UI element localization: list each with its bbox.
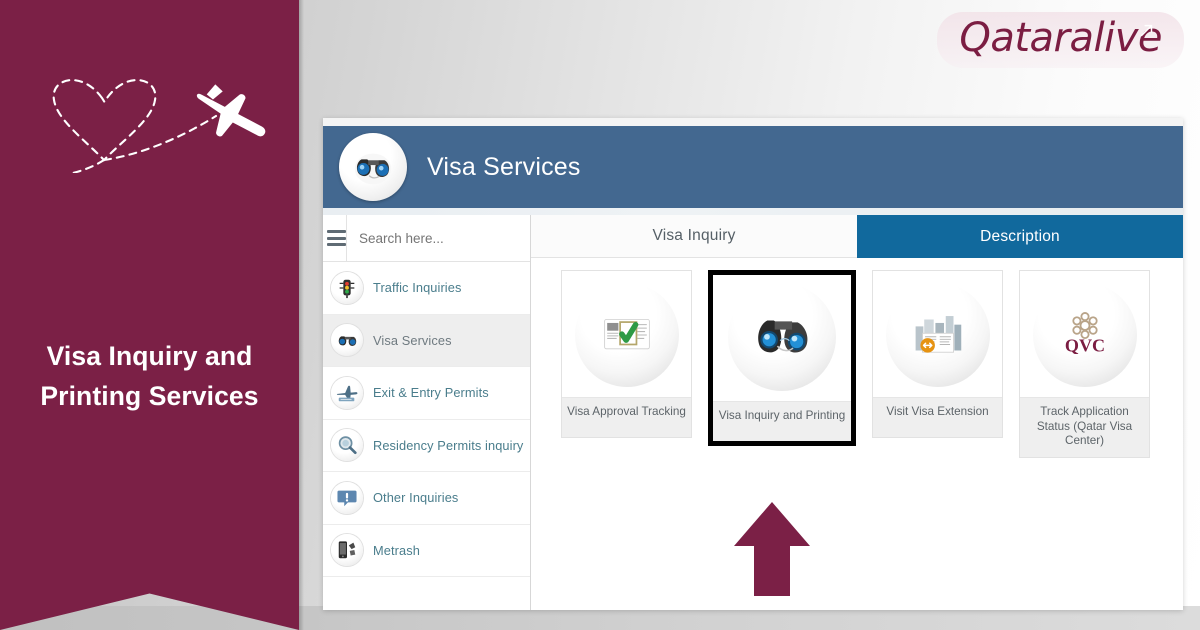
document-green-check-icon	[574, 283, 679, 387]
city-document-extend-icon	[885, 283, 990, 387]
search-input[interactable]	[346, 215, 536, 261]
sidebar-item-label: Other Inquiries	[373, 490, 459, 506]
arrow-up-right-icon	[1140, 24, 1153, 37]
airplane-permit-icon	[331, 376, 363, 409]
qataralive-logo-text: Qataralive	[959, 15, 1162, 61]
sidebar-item-label: Metrash	[373, 542, 420, 558]
sidebar-item-exit-entry-permits[interactable]: Exit & Entry Permits	[323, 367, 530, 420]
binoculars-globe-icon	[331, 324, 363, 357]
banner-title-line-1: Visa Inquiry and	[46, 341, 253, 371]
hamburger-menu-icon[interactable]	[327, 230, 346, 246]
card-visa-inquiry-and-printing[interactable]: Visa Inquiry and Printing	[708, 270, 856, 446]
qataralive-logo[interactable]: Qataralive	[937, 12, 1184, 68]
heart-dashed-flight-path-icon	[24, 79, 266, 173]
card-visit-visa-extension[interactable]: Visit Visa Extension	[872, 270, 1003, 438]
sidebar-item-traffic-inquiries[interactable]: Traffic Inquiries	[323, 262, 530, 315]
sidebar-item-label: Residency Permits inquiry	[373, 437, 524, 453]
tab-visa-inquiry[interactable]: Visa Inquiry	[531, 215, 857, 258]
sidebar-item-metrash[interactable]: Metrash	[323, 525, 530, 577]
content-area: Visa Inquiry Description Visa Approval T…	[531, 215, 1183, 610]
sidebar-item-label: Exit & Entry Permits	[373, 385, 489, 401]
magnifier-icon	[331, 429, 363, 462]
sidebar-item-label: Traffic Inquiries	[373, 280, 462, 296]
sidebar-item-label: Visa Services	[373, 332, 452, 348]
traffic-light-icon	[331, 271, 363, 304]
sidebar-item-visa-services[interactable]: Visa Services	[323, 314, 530, 367]
app-window-top-strip	[323, 118, 1183, 126]
left-banner: Visa Inquiry and Printing Services	[0, 0, 299, 630]
search-row	[323, 215, 536, 262]
sidebar: Traffic Inquiries Visa Services	[323, 215, 536, 610]
tab-label: Visa Inquiry	[652, 227, 736, 244]
card-label: Visa Approval Tracking	[562, 397, 691, 437]
airplane-icon	[196, 84, 266, 137]
binoculars-icon	[728, 283, 836, 391]
app-header-underline	[323, 208, 1183, 215]
app-header-title: Visa Services	[427, 152, 581, 181]
qvc-logo-icon: QVC	[1032, 283, 1137, 387]
binoculars-globe-icon	[339, 133, 407, 201]
banner-edge-shadow	[299, 0, 304, 630]
mobile-phone-icon	[331, 534, 363, 567]
card-track-application-status[interactable]: QVC Track Application Status (Qatar Visa…	[1019, 270, 1150, 458]
sidebar-item-residency-permits-inquiry[interactable]: Residency Permits inquiry	[323, 420, 530, 472]
sidebar-item-other-inquiries[interactable]: Other Inquiries	[323, 472, 530, 525]
card-label: Track Application Status (Qatar Visa Cen…	[1020, 397, 1149, 457]
exclamation-bubble-icon	[331, 481, 363, 514]
tab-label: Description	[980, 227, 1060, 245]
tab-description[interactable]: Description	[857, 215, 1183, 258]
app-header: Visa Services	[323, 126, 1183, 208]
service-card-grid: Visa Approval Tracking Visa Inquiry and …	[531, 258, 1183, 458]
up-arrow-annotation-icon	[734, 502, 810, 596]
card-label: Visa Inquiry and Printing	[713, 401, 851, 441]
banner-title-line-2: Printing Services	[40, 381, 259, 411]
card-visa-approval-tracking[interactable]: Visa Approval Tracking	[561, 270, 692, 438]
card-label: Visit Visa Extension	[873, 397, 1002, 437]
svg-text:QVC: QVC	[1064, 335, 1104, 355]
tab-bar: Visa Inquiry Description	[531, 215, 1183, 258]
banner-title: Visa Inquiry and Printing Services	[0, 336, 299, 416]
